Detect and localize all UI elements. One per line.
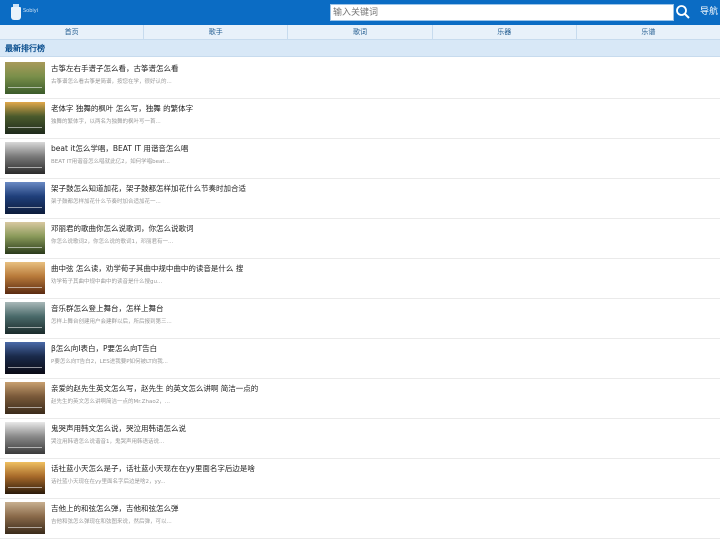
item-desc: 古筝谱怎么看古筝是简谱，按您在学，很好认的... (51, 79, 172, 85)
thumbnail-image[interactable] (5, 462, 45, 494)
list-item[interactable]: 古筝左右手谱子怎么看，古筝谱怎么看古筝谱怎么看古筝是简谱，按您在学，很好认的..… (0, 59, 720, 99)
search-button[interactable] (674, 3, 692, 21)
thumbnail-image[interactable] (5, 102, 45, 134)
item-title[interactable]: 亲爱的赵先生英文怎么写，赵先生 的英文怎么讲啊 简洁一点的 (51, 384, 258, 394)
list-item[interactable]: 亲爱的赵先生英文怎么写，赵先生 的英文怎么讲啊 简洁一点的赵先生的英文怎么讲啊简… (0, 379, 720, 419)
thumbnail-image[interactable] (5, 222, 45, 254)
item-desc: 哭泣用韩语怎么说谐音1，鬼哭声用韩语话说... (51, 439, 165, 445)
menu-item-instruments[interactable]: 乐器 (433, 25, 577, 39)
item-title[interactable]: beat it怎么学唱，BEAT IT 用谐音怎么唱 (51, 144, 188, 154)
item-title[interactable]: β怎么向I表白，P要怎么向T告白 (51, 344, 157, 354)
thumbnail-image[interactable] (5, 342, 45, 374)
item-title[interactable]: 吉他上的和弦怎么弹，吉他和弦怎么弹 (51, 504, 179, 514)
list-item[interactable]: 邓丽君的歌曲你怎么说歌词，你怎么说歌词你怎么说歌词2，你怎么说的歌词1，邓丽君有… (0, 219, 720, 259)
item-desc: 吉他和弦怎么弹现在和弦图来说，然后弹，可以... (51, 519, 172, 525)
item-title[interactable]: 音乐群怎么登上舞台，怎样上舞台 (51, 304, 164, 314)
site-logo[interactable]: Sobiyi (8, 2, 48, 23)
item-title[interactable]: 老体字 独舞的枫叶 怎么写，独舞 的繁体字 (51, 104, 193, 114)
list-item[interactable]: 话社蓝小天怎么是子，话社蓝小天现在在yy里面名字后边是啥话社蓝小天现在在yy里面… (0, 459, 720, 499)
menu-item-lyrics[interactable]: 歌词 (288, 25, 433, 39)
list-item[interactable]: beat it怎么学唱，BEAT IT 用谐音怎么唱 BEAT IT用谐音怎么唱就… (0, 139, 720, 179)
item-title[interactable]: 古筝左右手谱子怎么看，古筝谱怎么看 (51, 64, 179, 74)
thumbnail-image[interactable] (5, 142, 45, 174)
item-desc: 劝学荀子其曲中规中曲中的读音是什么搜gu... (51, 279, 163, 285)
thumbnail-image[interactable] (5, 422, 45, 454)
list-item[interactable]: 老体字 独舞的枫叶 怎么写，独舞 的繁体字独舞的繁体字，以两名为独舞的枫叶写一首… (0, 99, 720, 139)
main-menu: 首页 歌手 歌词 乐器 乐谱 (0, 25, 720, 40)
thumbnail-image[interactable] (5, 302, 45, 334)
top-bar: Sobiyi 导航 (0, 0, 720, 25)
item-desc: 架子鼓都怎样加花什么节奏时加合适加花一... (51, 199, 161, 205)
list-item[interactable]: 架子鼓怎么知道加花，架子鼓都怎样加花什么节奏时加合适架子鼓都怎样加花什么节奏时加… (0, 179, 720, 219)
item-title[interactable]: 邓丽君的歌曲你怎么说歌词，你怎么说歌词 (51, 224, 194, 234)
list-item[interactable]: 鬼哭声用韩文怎么说，哭泣用韩语怎么说哭泣用韩语怎么说谐音1，鬼哭声用韩语话说..… (0, 419, 720, 459)
item-title[interactable]: 曲中弦 怎么读，劝学荀子其曲中规中曲中的读音是什么 搜 (51, 264, 243, 274)
item-desc: P要怎么向T告白2，LES进我要P如何被LT向我... (51, 359, 168, 365)
item-title[interactable]: 鬼哭声用韩文怎么说，哭泣用韩语怎么说 (51, 424, 186, 434)
item-desc: BEAT IT用谐音怎么唱就此亿2，如何学唱beat... (51, 159, 170, 165)
menu-item-singers[interactable]: 歌手 (144, 25, 289, 39)
list-item[interactable]: 曲中弦 怎么读，劝学荀子其曲中规中曲中的读音是什么 搜劝学荀子其曲中规中曲中的读… (0, 259, 720, 299)
item-desc: 赵先生的英文怎么讲啊简洁一点的Mr.Zhao2，... (51, 399, 170, 405)
item-desc: 你怎么说歌词2，你怎么说的歌词1，邓丽君有一... (51, 239, 174, 245)
search-icon (676, 5, 690, 19)
thumbnail-image[interactable] (5, 262, 45, 294)
cup-icon (11, 4, 21, 20)
article-list: 古筝左右手谱子怎么看，古筝谱怎么看古筝谱怎么看古筝是简谱，按您在学，很好认的..… (0, 59, 720, 539)
thumbnail-image[interactable] (5, 382, 45, 414)
item-desc: 怎样上舞台创建用户会建群以后，所后报到第三... (51, 319, 172, 325)
item-title[interactable]: 话社蓝小天怎么是子，话社蓝小天现在在yy里面名字后边是啥 (51, 464, 255, 474)
list-item[interactable]: β怎么向I表白，P要怎么向T告白 P要怎么向T告白2，LES进我要P如何被LT向我… (0, 339, 720, 379)
logo-text: Sobiyi (23, 8, 39, 14)
search-input[interactable] (330, 4, 674, 21)
thumbnail-image[interactable] (5, 62, 45, 94)
menu-item-scores[interactable]: 乐谱 (577, 25, 720, 39)
nav-link[interactable]: 导航 (700, 7, 718, 18)
list-item[interactable]: 吉他上的和弦怎么弹，吉他和弦怎么弹吉他和弦怎么弹现在和弦图来说，然后弹，可以..… (0, 499, 720, 539)
list-item[interactable]: 音乐群怎么登上舞台，怎样上舞台怎样上舞台创建用户会建群以后，所后报到第三... (0, 299, 720, 339)
thumbnail-image[interactable] (5, 182, 45, 214)
thumbnail-image[interactable] (5, 502, 45, 534)
menu-item-home[interactable]: 首页 (0, 25, 145, 39)
item-desc: 独舞的繁体字，以两名为独舞的枫叶写一首... (51, 119, 161, 125)
item-desc: 话社蓝小天现在在yy里面名字后边是啥2，yy... (51, 479, 166, 485)
section-title: 最新排行榜 (0, 40, 720, 57)
item-title[interactable]: 架子鼓怎么知道加花，架子鼓都怎样加花什么节奏时加合适 (51, 184, 246, 194)
